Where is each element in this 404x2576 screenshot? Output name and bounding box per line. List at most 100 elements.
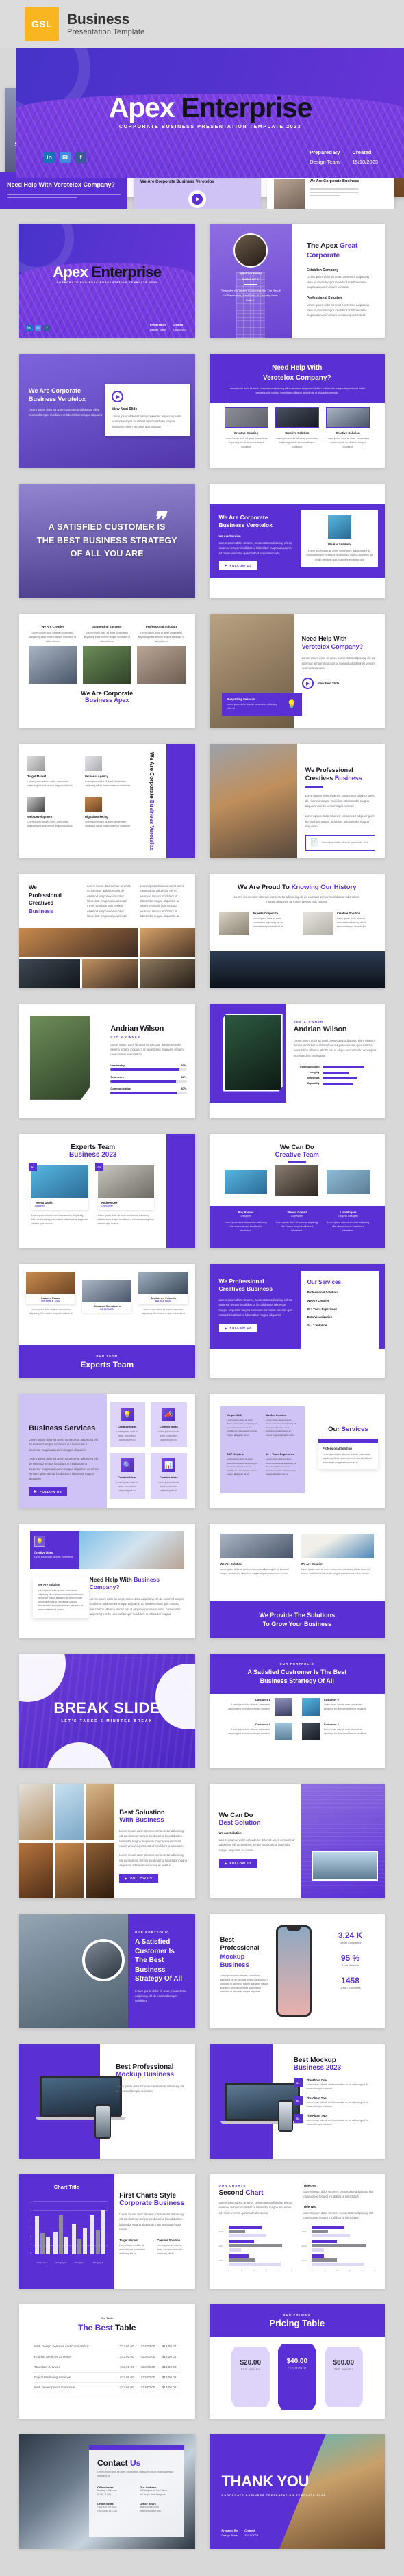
pricing-plan[interactable]: $40.00 PER MONTH: [277, 2344, 316, 2410]
chart-two-panel-right: 2020 2019 2018 0 1 2 3 4 5: [302, 2226, 375, 2272]
slide-experts-team-2023[interactable]: Experts Team Business 2023 01 Teresa Dav…: [19, 1134, 195, 1248]
table-cell: $13,00.00: [137, 2382, 159, 2393]
slide-profile[interactable]: Iqbal Sorandan MANAGER "There Are No Sec…: [209, 224, 385, 338]
follow-us-button[interactable]: FOLLOW US: [119, 1874, 158, 1883]
chart-x-tick: 5: [291, 2269, 292, 2273]
slide-professional-grid[interactable]: We Professional Creatives Business Lorem…: [19, 874, 195, 988]
slide-experts-team-banner[interactable]: Laurent Evans OWNER & CEO Lorem ipsum do…: [19, 1264, 195, 1378]
slide-solutions-grow[interactable]: We Are Solution Lorem ipsum dolor sit am…: [209, 1524, 385, 1638]
s4-item-body: Lorem ipsum dolor sit amet, consectetur …: [85, 780, 130, 787]
table-cell: Translate Services: [34, 2362, 117, 2373]
follow-us-button[interactable]: FOLLOW US: [218, 1324, 257, 1333]
slide-chart-one[interactable]: Chart Title 6543210 Category 1 Category …: [19, 2174, 195, 2289]
bs-body-2: Lorem ipsum dolor sit amet, consectetur …: [29, 1457, 99, 1481]
slide-history[interactable]: We Are Proud To Knowing Our History Lore…: [209, 874, 385, 988]
osl-card-body: Lorem ipsum dolor sit amet, dolores cons…: [322, 1453, 372, 1464]
facebook-icon[interactable]: f: [75, 152, 86, 163]
peek2-title-2: We Are Corporate Business Verotelox: [140, 180, 214, 184]
slide-need-help-cards[interactable]: Need Help With Verotelox Company? Lorem …: [209, 354, 385, 468]
follow-us-button[interactable]: FOLLOW US: [29, 1486, 68, 1496]
meeting-link[interactable]: View Next Slide: [318, 682, 340, 685]
pd-skill: Integrity: [294, 1071, 377, 1074]
chart-x-label: Category 3: [74, 2261, 85, 2264]
slide-cover[interactable]: Apex Enterprise CORPORATE BUSINESS PRESE…: [19, 224, 195, 338]
pl-skill: Communication 87%: [110, 1087, 187, 1094]
s4-item-title: Web Development: [27, 814, 53, 819]
slide-break[interactable]: BREAK SLIDE LET'S TAKKE 5-MINUTES BREAK: [19, 1654, 195, 1768]
slide-business-services[interactable]: Business Services Lorem ipsum dolor sit …: [19, 1394, 195, 1508]
ct-member-role: Graphic Designer: [338, 1215, 358, 1218]
ct2-body: Lorem ipsum dolor sit amet, consectetur …: [218, 2201, 292, 2215]
slide-chart-two[interactable]: OUR CHARTS Second Chart Lorem ipsum dolo…: [209, 2174, 385, 2289]
nh-card: Creative Solution Lorem ipsum dolor sit …: [325, 407, 370, 449]
contact-block: Office hours www.yourweb.com office@your…: [140, 2502, 175, 2514]
linkedin-icon[interactable]: in: [26, 325, 32, 331]
follow-us-button[interactable]: FOLLOW US: [218, 1859, 257, 1868]
et-member-role: Copywriter: [101, 1205, 113, 1207]
ct2-kicker: OUR CHARTS: [218, 2184, 247, 2187]
hero-created-label: Created: [352, 149, 372, 155]
table-cell: $13,00.00: [116, 2382, 138, 2393]
slide-mockup-stats[interactable]: Best Professional Mockup Business Lorem …: [209, 1914, 385, 2028]
contact-block-line2: office@yourweb.com: [140, 2510, 162, 2513]
slide-quote[interactable]: ❞ A SATISFIED CUSTOMER IS THE BEST BUSIN…: [19, 484, 195, 598]
slide-table[interactable]: Our Table The Best Table Web Design Serv…: [19, 2304, 195, 2419]
osl-item-body: Lorem ipsum dolor sit amet, dolore conse…: [227, 1419, 258, 1437]
slide-services-4[interactable]: We Are Corporate Business Verotelox Targ…: [19, 744, 195, 858]
nh-title-1: Need Help With: [272, 364, 323, 372]
s4-item: Personal Agency Lorem ipsum dolor sit am…: [85, 756, 131, 788]
slide-pricing[interactable]: OUR PRICING Pricing Table $20.00 PER MON…: [209, 2304, 385, 2419]
cs-callout[interactable]: 📄 Lorem ipsum dolor sit amet ipsum dolor…: [305, 835, 375, 851]
co-col-2-body: Lorem ipsum an dolor sit amet, dolores c…: [157, 2244, 184, 2255]
slide-person-dark[interactable]: CEO & OWNER Andrian Wilson Lorem ipsum d…: [209, 1004, 385, 1118]
play-next-slide-button[interactable]: [301, 678, 314, 690]
slide-contact[interactable]: Contact Us Lorem ipsum dolor sit amet, c…: [19, 2434, 195, 2549]
slide-need-help-business[interactable]: 💡 Creative Ideas Lorem ipsum dolor sit a…: [19, 1524, 195, 1638]
pricing-plan[interactable]: $60.00 PER MONTH: [324, 2347, 363, 2407]
pg-col-2: Lorem ipsum doloreamus sit amet, consect…: [140, 884, 185, 918]
ms-stat-label: Target Completed: [339, 1941, 362, 1944]
slide-creative-team[interactable]: We Can Do Creative Team Roy Ramos Design…: [209, 1134, 385, 1248]
slide-thank-you[interactable]: THANK YOU CORPORATE BUSINESS PRESENTATIO…: [209, 2434, 385, 2549]
table-cell: $13,00.00: [116, 2372, 138, 2383]
slide-corporate-video[interactable]: We Are Corporate Business Verotelox Lore…: [19, 354, 195, 468]
email-icon[interactable]: ✉: [35, 325, 41, 331]
page-header: GSL Business Presentation Template: [0, 0, 404, 48]
slide-meeting[interactable]: Supporting Success Lorem ipsum dolor sit…: [209, 614, 385, 728]
slide-creatives-street[interactable]: We Professional Creatives Business Lorem…: [209, 744, 385, 858]
break-slide-text: BREAK SLIDE LET'S TAKKE 5-MINUTES BREAK: [53, 1699, 160, 1723]
et-member-num: 02: [94, 1163, 103, 1171]
etb-member-role: DESIGNER: [100, 1308, 114, 1311]
et-title-1: Experts Team: [71, 1144, 116, 1151]
ct2-side-title: Title Two: [303, 2204, 316, 2208]
nh-title-2: Verotelox Company?: [263, 374, 331, 382]
ml-item-body: Lorem ipsum dolor sit amet consectetur a…: [306, 2119, 368, 2126]
play-video-button[interactable]: [112, 391, 124, 402]
slide-corporate-card[interactable]: We Are Corporate Business Verotelox We A…: [209, 484, 385, 598]
bs-card-body: Lorem ipsum dolor sit amet, consectetur …: [116, 1481, 138, 1492]
hist-item-body: Lorem ipsum dolor sit amet, consectetur …: [336, 916, 367, 928]
slide-three-image[interactable]: We Are Creative Lorem ipsum dolor sit am…: [19, 614, 195, 728]
bs-card-title: Creative Ideas: [159, 1425, 178, 1428]
slide-best-solution[interactable]: Best Solustion With Business Lorem ipsum…: [19, 1784, 195, 1898]
contact-block-line2: the 3rd pk West Bergeosio: [140, 2493, 167, 2496]
facebook-icon[interactable]: f: [44, 325, 50, 331]
slide-our-services-purple[interactable]: We Professional Creatives Business Lorem…: [209, 1264, 385, 1378]
slide-portfolio-customers[interactable]: OUR PORTFOLIO A Satisfied Custromer Is T…: [209, 1654, 385, 1768]
lightbulb-icon: 💡: [34, 1536, 45, 1547]
osp-title-1: We Professional: [218, 1278, 264, 1285]
slide-mockup-desktop-purple[interactable]: Best Professional Mockup Business Lorem …: [19, 2044, 195, 2159]
pg-col-1: Lorem ipsum doloreamus sit amet, consect…: [87, 884, 131, 918]
slide-our-services-light[interactable]: Helper 10/6 Lorem ipsum dolor sit amet, …: [209, 1394, 385, 1508]
email-icon[interactable]: ✉: [60, 152, 71, 163]
slide-mockup-laptop[interactable]: Best Mockup Business 2023 01 The About O…: [209, 2044, 385, 2159]
pricing-plan[interactable]: $20.00 PER MONTH: [231, 2347, 270, 2407]
table-cell: Web Development Corporate: [34, 2382, 117, 2393]
ct-member: Roy Ramos Designer Lorem ipsum dolor sit…: [225, 1211, 268, 1244]
linkedin-icon[interactable]: in: [44, 152, 55, 163]
follow-us-button[interactable]: FOLLOW US: [218, 561, 257, 570]
slide-satisfied-customer-purple[interactable]: OUR PORTFOLIO A Satisfied Customer Is Th…: [19, 1914, 195, 2028]
slide-we-can-do[interactable]: We Can Do Best Solution We Are Solution …: [209, 1784, 385, 1898]
slide-person-light[interactable]: Andrian Wilson CEO & OWNER Lorem ipsum d…: [19, 1004, 195, 1118]
quote-line-1: A SATISFIED CUSTOMER IS: [48, 522, 166, 532]
